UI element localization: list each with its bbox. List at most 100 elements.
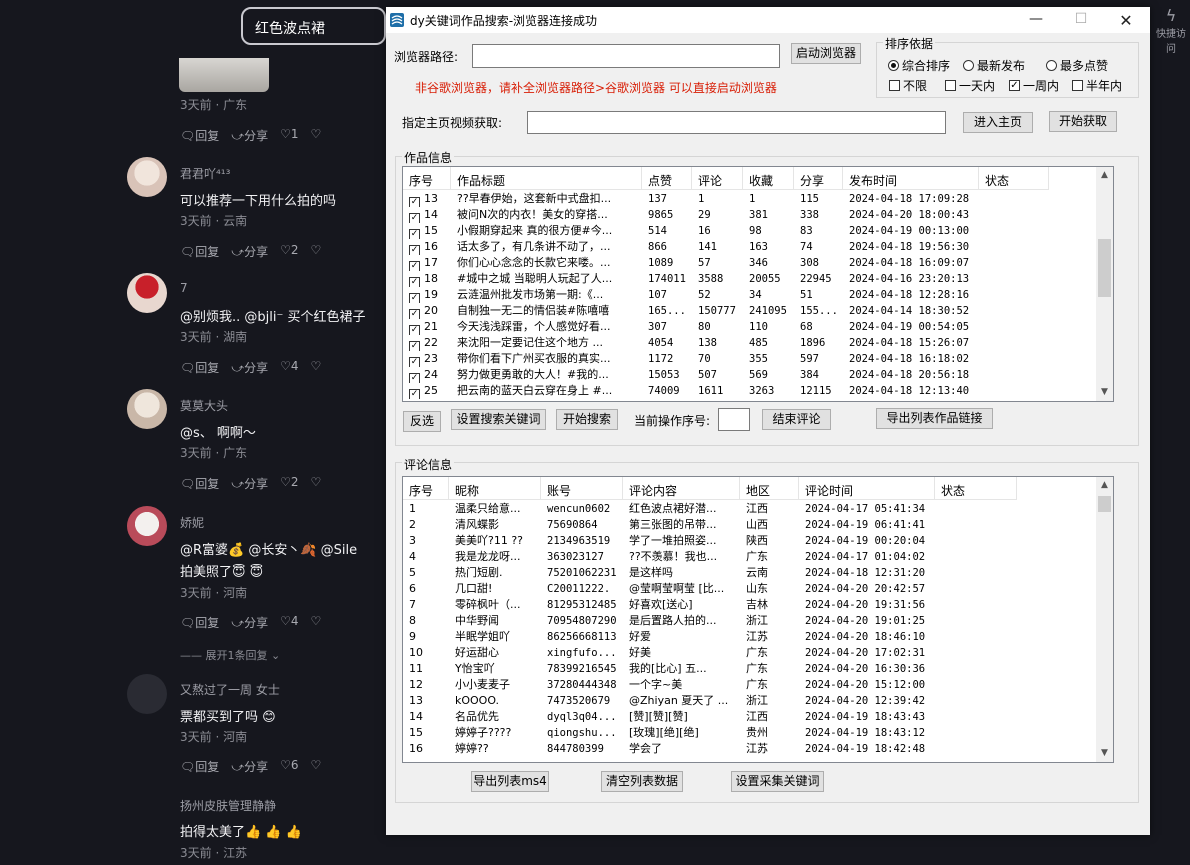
search-input[interactable]: 红色波点裙	[241, 7, 386, 45]
row-checkbox-icon[interactable]: ✓	[409, 293, 420, 303]
table-row[interactable]: ✓ 25 把云南的蓝天白云穿在身上 #... 74009 1611 3263 12115 20…	[403, 383, 1049, 399]
set-collect-keywords-button[interactable]: 设置采集关键词	[731, 771, 824, 792]
column-header[interactable]: 序号	[403, 477, 449, 499]
column-header[interactable]: 发布时间	[843, 167, 979, 189]
table-row[interactable]: ✓ 22 来沈阳一定要记住这个地方 ... 4054 138 485 1896 2024-04…	[403, 335, 1049, 351]
export-links-button[interactable]: 导出列表作品链接	[876, 408, 993, 429]
homepage-input[interactable]	[527, 111, 946, 134]
table-row[interactable]: 10 好运甜心 xingfufo... 好美 广东 2024-04-20 17:02:31	[403, 645, 1017, 661]
table-row[interactable]: ✓ 15 小假期穿起来 真的很方便#今... 514 16 98 83 2024-04-19 …	[403, 223, 1049, 239]
maximize-button[interactable]: ☐	[1066, 11, 1096, 29]
time-check-day[interactable]: 一天内	[945, 77, 995, 94]
row-checkbox-icon[interactable]: ✓	[409, 341, 420, 351]
avatar[interactable]	[127, 273, 167, 313]
row-checkbox-icon[interactable]: ✓	[409, 197, 420, 207]
share-button[interactable]: ⤻分享	[231, 614, 268, 631]
scroll-thumb[interactable]	[1098, 239, 1111, 297]
column-header[interactable]: 点赞	[642, 167, 692, 189]
dislike-icon[interactable]: ♡	[311, 758, 322, 775]
column-header[interactable]: 收藏	[743, 167, 794, 189]
table-row[interactable]: 14 名品优先 dyql3q04... [赞][赞][赞] 江西 2024-04-19 1…	[403, 709, 1017, 725]
quick-access[interactable]: ϟ 快捷访问	[1152, 6, 1190, 55]
minimize-button[interactable]: —	[1021, 11, 1051, 29]
reply-button[interactable]: 🗨回复	[180, 614, 219, 631]
dislike-icon[interactable]: ♡	[311, 359, 322, 376]
table-row[interactable]: ✓ 20 自制独一无二的情侣装#陈嘻嘻 165... 150777 241095 155..…	[403, 303, 1049, 319]
invert-selection-button[interactable]: 反选	[403, 411, 441, 432]
comments-list[interactable]: 序号 昵称 账号 评论内容 地区 评论时间 状态 1 温柔只给意... wencun0602 红色…	[402, 476, 1114, 763]
share-button[interactable]: ⤻分享	[231, 127, 268, 144]
launch-browser-button[interactable]: 启动浏览器	[791, 43, 861, 64]
row-checkbox-icon[interactable]: ✓	[409, 213, 420, 223]
table-row[interactable]: 5 热门短剧. 75201062231 是这样吗 云南 2024-04-18 12:31:…	[403, 565, 1017, 581]
table-row[interactable]: ✓ 19 云涟温州批发市场第一期:《... 107 52 34 51 2024-04-18 1…	[403, 287, 1049, 303]
dislike-icon[interactable]: ♡	[311, 243, 322, 260]
time-check-week[interactable]: ✓ 一周内	[1009, 77, 1059, 94]
close-button[interactable]: ✕	[1111, 11, 1141, 30]
avatar[interactable]	[127, 389, 167, 429]
video-thumbnail[interactable]	[179, 58, 269, 92]
scroll-thumb[interactable]	[1098, 496, 1111, 512]
set-search-keywords-button[interactable]: 设置搜索关键词	[451, 409, 546, 430]
dislike-icon[interactable]: ♡	[311, 614, 322, 631]
column-header[interactable]: 评论	[692, 167, 743, 189]
export-ms4-button[interactable]: 导出列表ms4	[471, 771, 549, 792]
reply-button[interactable]: 🗨回复	[180, 359, 219, 376]
column-header[interactable]: 评论内容	[623, 477, 740, 499]
row-checkbox-icon[interactable]: ✓	[409, 357, 420, 367]
current-index-input[interactable]	[718, 408, 750, 431]
sort-radio-latest[interactable]: 最新发布	[963, 57, 1025, 74]
avatar[interactable]	[127, 157, 167, 197]
comment-username[interactable]: 7	[180, 281, 188, 295]
row-checkbox-icon[interactable]: ✓	[409, 245, 420, 255]
start-search-button[interactable]: 开始搜索	[556, 409, 618, 430]
start-fetch-button[interactable]: 开始获取	[1049, 111, 1117, 132]
avatar[interactable]	[127, 674, 167, 714]
table-row[interactable]: 6 几口甜! C20011222. @莹啊莹啊莹 [比... 山东 2024-04-20 …	[403, 581, 1017, 597]
table-row[interactable]: ✓ 13 ??早春伊始，这套新中式盘扣... 137 1 1 115 2024-04-18 1…	[403, 191, 1049, 207]
like-button[interactable]: ♡4	[280, 614, 298, 631]
table-row[interactable]: ✓ 17 你们心心念念的长款它来喽。... 1089 57 346 308 2024-04-1…	[403, 255, 1049, 271]
comment-username[interactable]: 君君吖⁴¹³	[180, 165, 230, 182]
scroll-down-icon[interactable]: ▼	[1096, 745, 1113, 762]
like-button[interactable]: ♡6	[280, 758, 298, 775]
table-row[interactable]: ✓ 24 努力做更勇敢的大人！#我的... 15053 507 569 384 2024-04…	[403, 367, 1049, 383]
row-checkbox-icon[interactable]: ✓	[409, 277, 420, 287]
share-button[interactable]: ⤻分享	[231, 243, 268, 260]
table-row[interactable]: 7 零碎枫叶（... 81295312485 好喜欢[送心] 吉林 2024-04-20 …	[403, 597, 1017, 613]
table-row[interactable]: ✓ 18 #城中之城 当聪明人玩起了人... 174011 3588 20055 22945…	[403, 271, 1049, 287]
table-row[interactable]: 4 我是龙龙呀... 363023127 ??不羡慕！我也... 广东 2024-04-1…	[403, 549, 1017, 565]
table-row[interactable]: ✓ 21 今天浅浅踩雷，个人感觉好看... 307 80 110 68 2024-04-19 …	[403, 319, 1049, 335]
column-header[interactable]: 账号	[541, 477, 623, 499]
title-bar[interactable]: dy关键词作品搜索-浏览器连接成功 — ☐ ✕	[386, 7, 1150, 33]
dislike-icon[interactable]: ♡	[311, 475, 322, 492]
time-check-halfyear[interactable]: 半年内	[1072, 77, 1122, 94]
share-button[interactable]: ⤻分享	[231, 359, 268, 376]
column-header[interactable]: 作品标题	[451, 167, 642, 189]
row-checkbox-icon[interactable]: ✓	[409, 325, 420, 335]
expand-replies-link[interactable]: —— 展开1条回复 ⌄	[180, 647, 280, 663]
comment-username[interactable]: 娇妮	[180, 514, 204, 531]
table-row[interactable]: 12 小小麦麦子 37280444348 一个字~美 广东 2024-04-20 15:1…	[403, 677, 1017, 693]
sort-radio-comprehensive[interactable]: 综合排序	[888, 57, 950, 74]
clear-list-button[interactable]: 清空列表数据	[601, 771, 683, 792]
column-header[interactable]: 序号	[403, 167, 451, 189]
row-checkbox-icon[interactable]: ✓	[409, 261, 420, 271]
like-button[interactable]: ♡1	[280, 127, 298, 144]
table-row[interactable]: 15 婷婷子???? qiongshu... [玫瑰][绝][绝] 贵州 2024-04-…	[403, 725, 1017, 741]
row-checkbox-icon[interactable]: ✓	[409, 373, 420, 383]
works-scrollbar[interactable]: ▲ ▼	[1096, 167, 1113, 401]
scroll-down-icon[interactable]: ▼	[1096, 384, 1113, 401]
table-row[interactable]: 16 婷婷?? 844780399 学会了 江苏 2024-04-19 18:42:48	[403, 741, 1017, 757]
avatar[interactable]	[127, 506, 167, 546]
table-row[interactable]: 8 中华野闻 70954807290 是后置路人拍的... 浙江 2024-04-20 1…	[403, 613, 1017, 629]
row-checkbox-icon[interactable]: ✓	[409, 229, 420, 239]
reply-button[interactable]: 🗨回复	[180, 475, 219, 492]
like-button[interactable]: ♡2	[280, 243, 298, 260]
row-checkbox-icon[interactable]: ✓	[409, 389, 420, 399]
table-row[interactable]: 9 半眠学姐吖 86256668113 好爱 江苏 2024-04-20 18:46:10	[403, 629, 1017, 645]
column-header[interactable]: 状态	[935, 477, 1017, 499]
reply-button[interactable]: 🗨回复	[180, 758, 219, 775]
column-header[interactable]: 状态	[979, 167, 1049, 189]
table-row[interactable]: 2 清风蝶影 75690864 第三张图的吊带... 山西 2024-04-19 06:4…	[403, 517, 1017, 533]
